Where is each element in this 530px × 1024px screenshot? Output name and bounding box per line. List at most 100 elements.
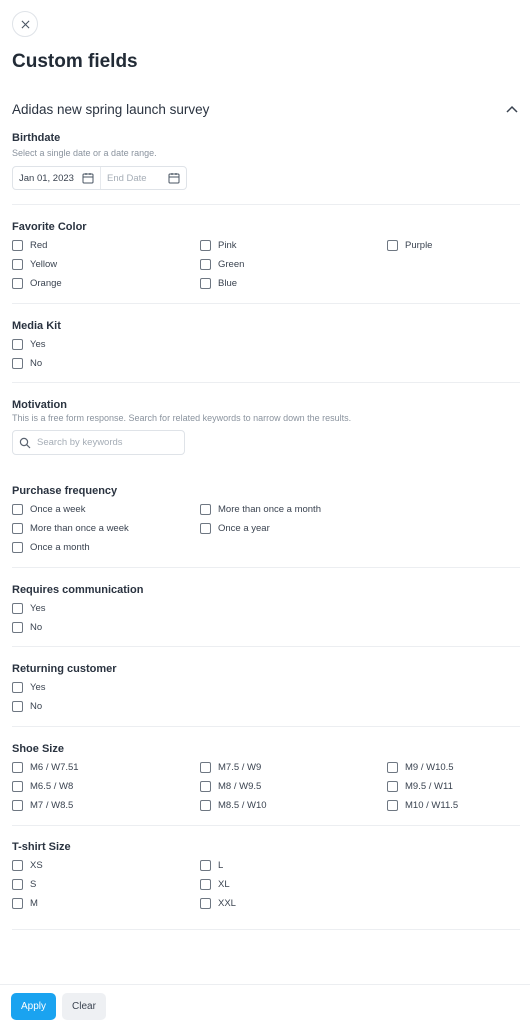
footer-bar: Apply Clear: [0, 984, 530, 1024]
divider: [12, 382, 520, 383]
checkbox-option[interactable]: Red: [12, 238, 47, 252]
checkbox[interactable]: [12, 780, 23, 792]
checkbox-option[interactable]: More than once a week: [12, 521, 129, 535]
checkbox[interactable]: [12, 878, 23, 890]
returning-customer-section: Returning customer: [12, 662, 520, 676]
search-input[interactable]: [37, 437, 177, 448]
divider: [12, 825, 520, 826]
checkbox-option[interactable]: No: [12, 356, 42, 370]
checkbox[interactable]: [12, 681, 23, 693]
checkbox[interactable]: [387, 799, 398, 811]
birthdate-help: Select a single date or a date range.: [12, 148, 157, 158]
checkbox-option[interactable]: L: [200, 858, 223, 872]
checkbox[interactable]: [12, 621, 23, 633]
checkbox-option[interactable]: Once a month: [12, 540, 90, 554]
checkbox[interactable]: [387, 239, 398, 251]
checkbox[interactable]: [200, 277, 211, 289]
tshirt-size-label: T-shirt Size: [12, 841, 71, 853]
checkbox-option[interactable]: M6.5 / W8: [12, 779, 73, 793]
checkbox[interactable]: [12, 258, 23, 270]
checkbox-option[interactable]: M8.5 / W10: [200, 798, 267, 812]
option-label: S: [30, 878, 37, 890]
checkbox[interactable]: [12, 700, 23, 712]
option-label: M7.5 / W9: [218, 761, 262, 773]
close-button[interactable]: [12, 11, 38, 37]
checkbox-option[interactable]: Yes: [12, 337, 46, 351]
option-label: Once a month: [30, 541, 90, 553]
checkbox[interactable]: [387, 761, 398, 773]
checkbox-option[interactable]: Yes: [12, 680, 46, 694]
motivation-label: Motivation: [12, 399, 67, 411]
checkbox-option[interactable]: M10 / W11.5: [387, 798, 458, 812]
checkbox-option[interactable]: Orange: [12, 276, 62, 290]
checkbox[interactable]: [200, 780, 211, 792]
option-label: XL: [218, 878, 230, 890]
checkbox[interactable]: [12, 859, 23, 871]
apply-button[interactable]: Apply: [11, 993, 56, 1020]
checkbox-option[interactable]: Yellow: [12, 257, 57, 271]
checkbox[interactable]: [12, 277, 23, 289]
purchase-frequency-label: Purchase frequency: [12, 485, 118, 497]
option-label: XS: [30, 859, 43, 871]
option-label: M9 / W10.5: [405, 761, 454, 773]
checkbox[interactable]: [200, 522, 211, 534]
checkbox-option[interactable]: Blue: [200, 276, 237, 290]
option-label: Pink: [218, 239, 237, 251]
checkbox[interactable]: [12, 602, 23, 614]
checkbox-option[interactable]: M9 / W10.5: [387, 760, 454, 774]
birthdate-section: Birthdate Select a single date or a date…: [12, 131, 520, 159]
survey-header[interactable]: Adidas new spring launch survey: [12, 99, 520, 119]
checkbox-option[interactable]: Yes: [12, 601, 46, 615]
checkbox[interactable]: [387, 780, 398, 792]
clear-button[interactable]: Clear: [62, 993, 106, 1020]
checkbox-option[interactable]: M: [12, 896, 38, 910]
checkbox-option[interactable]: Green: [200, 257, 244, 271]
checkbox[interactable]: [12, 522, 23, 534]
checkbox[interactable]: [12, 761, 23, 773]
checkbox-option[interactable]: More than once a month: [200, 502, 321, 516]
checkbox-option[interactable]: Purple: [387, 238, 432, 252]
checkbox-option[interactable]: XS: [12, 858, 43, 872]
checkbox-option[interactable]: XXL: [200, 896, 236, 910]
checkbox[interactable]: [200, 859, 211, 871]
checkbox-option[interactable]: No: [12, 699, 42, 713]
checkbox[interactable]: [12, 357, 23, 369]
checkbox[interactable]: [12, 897, 23, 909]
start-date-field[interactable]: Jan 01, 2023: [13, 167, 100, 189]
checkbox-option[interactable]: S: [12, 877, 36, 891]
checkbox[interactable]: [200, 503, 211, 515]
close-icon: [21, 20, 29, 28]
checkbox-option[interactable]: M6 / W7.51: [12, 760, 79, 774]
calendar-icon: [82, 173, 94, 184]
checkbox[interactable]: [200, 897, 211, 909]
option-label: More than once a week: [30, 522, 129, 534]
option-label: M7 / W8.5: [30, 799, 74, 811]
end-date-field[interactable]: End Date: [99, 167, 186, 189]
checkbox[interactable]: [12, 338, 23, 350]
survey-title: Adidas new spring launch survey: [12, 101, 210, 117]
checkbox-option[interactable]: Once a year: [200, 521, 270, 535]
checkbox[interactable]: [200, 799, 211, 811]
tshirt-size-section: T-shirt Size: [12, 840, 520, 854]
checkbox-option[interactable]: Once a week: [12, 502, 85, 516]
checkbox[interactable]: [200, 239, 211, 251]
checkbox[interactable]: [12, 799, 23, 811]
checkbox-option[interactable]: Pink: [200, 238, 236, 252]
chevron-up-icon[interactable]: [504, 101, 520, 117]
checkbox-option[interactable]: M7.5 / W9: [200, 760, 261, 774]
option-label: M8.5 / W10: [218, 799, 267, 811]
checkbox-option[interactable]: M7 / W8.5: [12, 798, 73, 812]
keyword-search: [12, 430, 185, 455]
option-label: More than once a month: [218, 503, 321, 515]
checkbox-option[interactable]: No: [12, 620, 42, 634]
checkbox-option[interactable]: M8 / W9.5: [200, 779, 261, 793]
checkbox[interactable]: [200, 761, 211, 773]
checkbox[interactable]: [200, 878, 211, 890]
checkbox[interactable]: [200, 258, 211, 270]
birthdate-label: Birthdate: [12, 132, 61, 144]
checkbox[interactable]: [12, 503, 23, 515]
checkbox-option[interactable]: XL: [200, 877, 230, 891]
checkbox[interactable]: [12, 239, 23, 251]
checkbox[interactable]: [12, 541, 23, 553]
checkbox-option[interactable]: M9.5 / W11: [387, 779, 453, 793]
